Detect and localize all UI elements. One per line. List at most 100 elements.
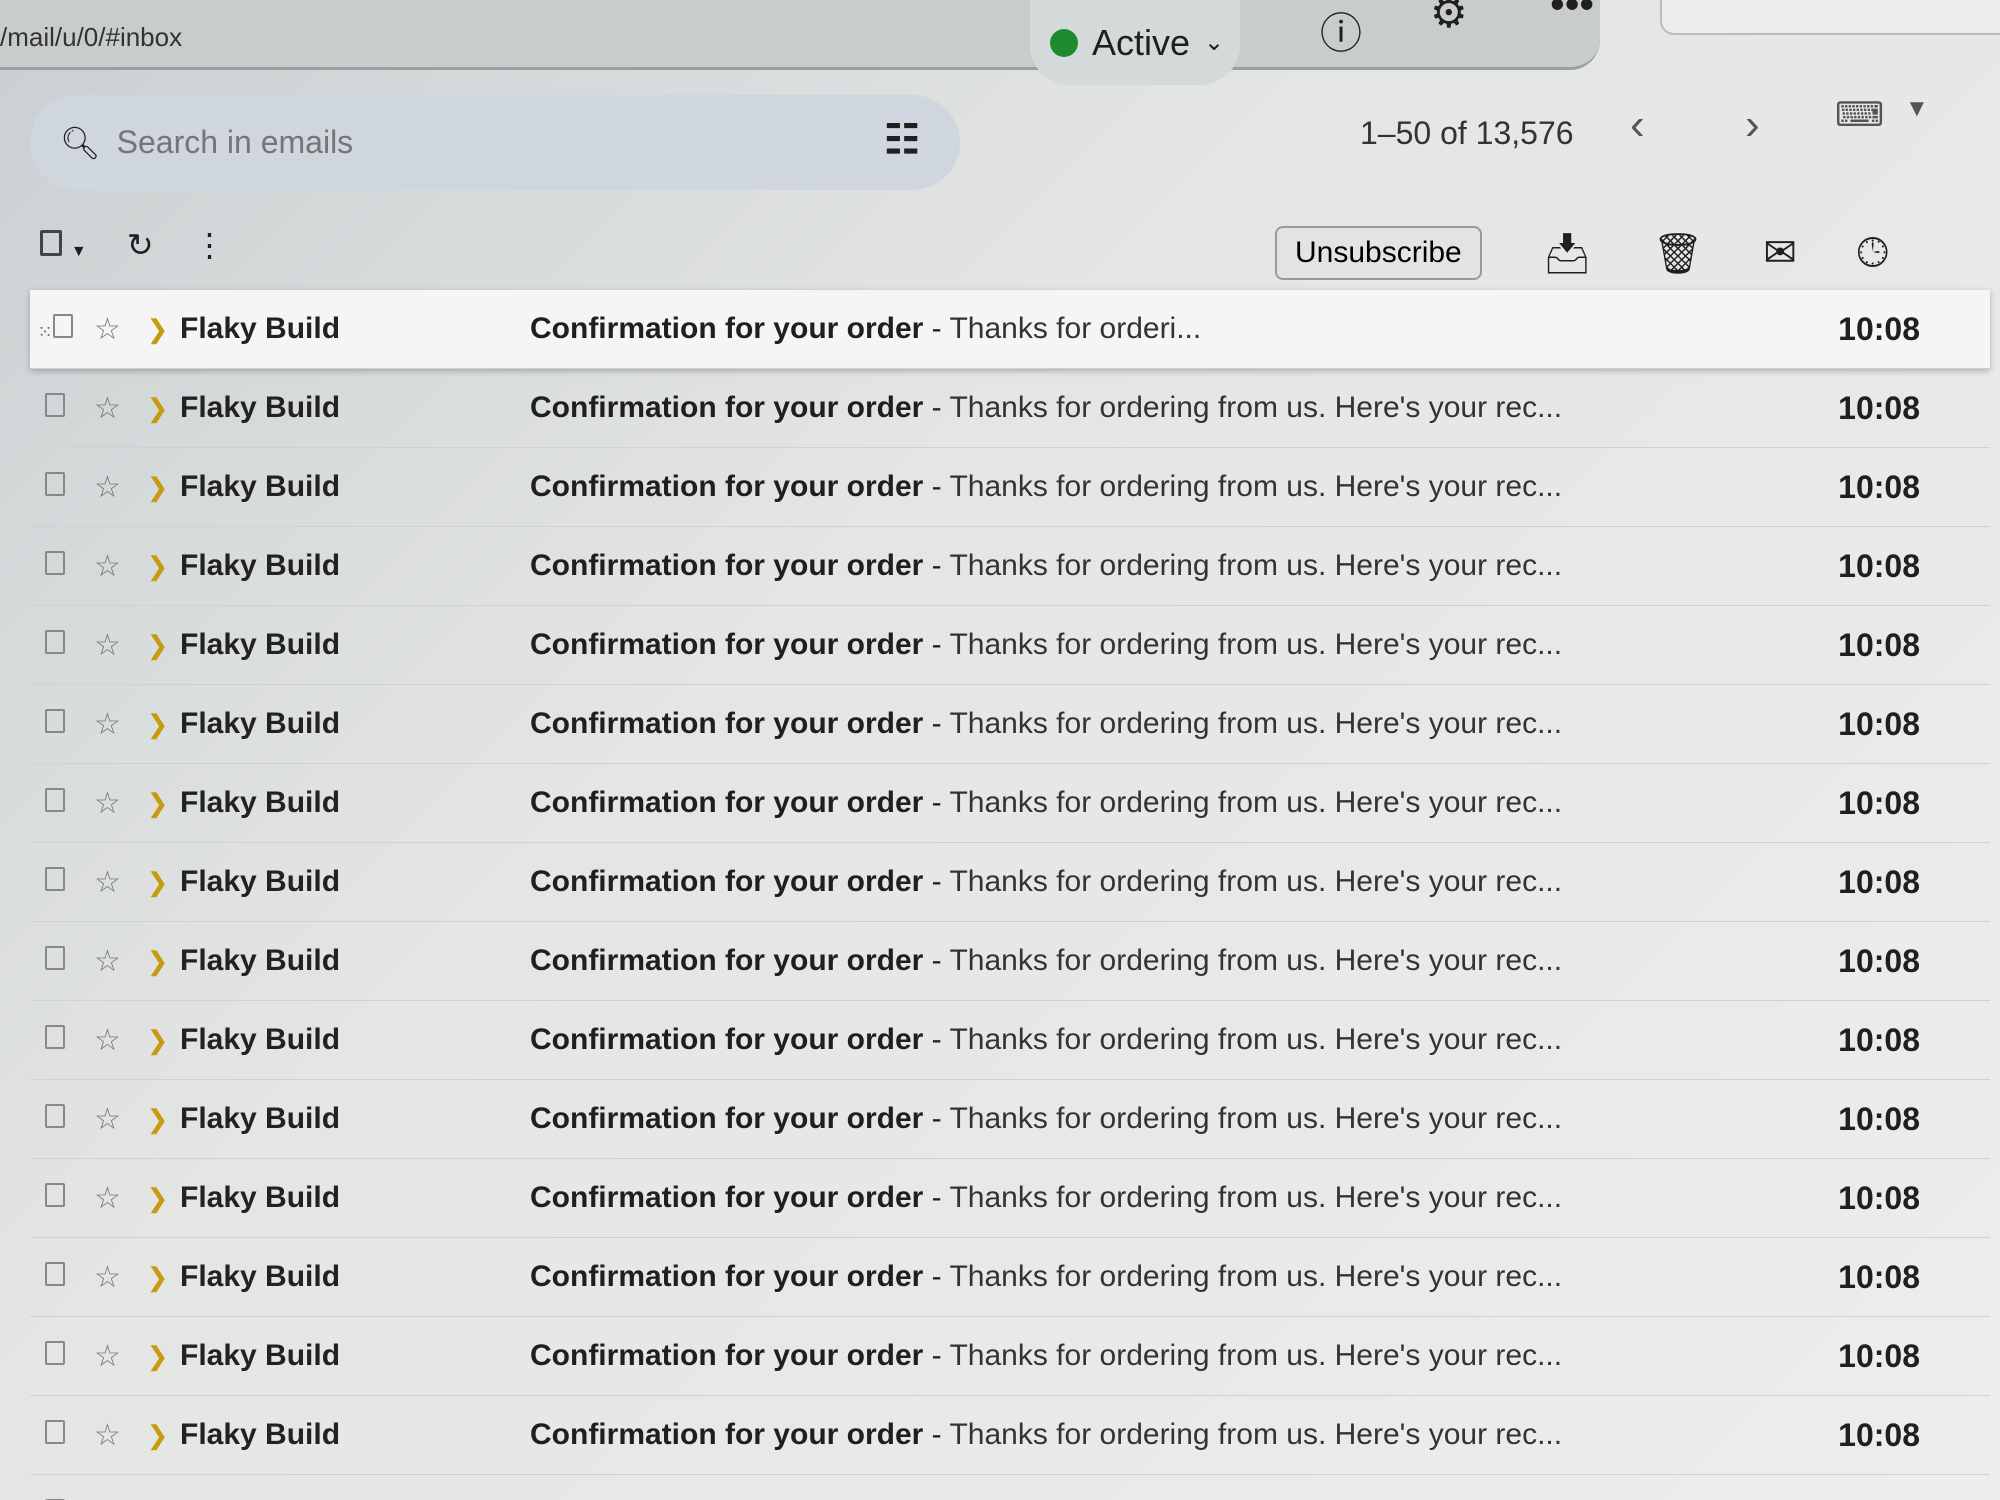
email-row[interactable]: ⁙ ☆ ❯ Flaky Build Confirmation for your … — [30, 226, 1990, 369]
snippet: Thanks for ordering from us. Here's your… — [949, 707, 1563, 740]
important-marker-icon[interactable]: ❯ — [135, 1104, 180, 1135]
important-marker-icon[interactable]: ❯ — [135, 1262, 180, 1293]
row-checkbox[interactable] — [30, 786, 80, 820]
important-marker-icon[interactable]: ❯ — [135, 314, 180, 345]
important-marker-icon[interactable]: ❯ — [135, 788, 180, 819]
refresh-icon[interactable]: ↻ — [127, 226, 154, 264]
subject-line: Confirmation for your order - Thanks for… — [530, 470, 1563, 503]
important-marker-icon[interactable]: ❯ — [135, 472, 180, 503]
time: 10:08 — [1838, 1416, 1920, 1453]
time: 10:08 — [1838, 942, 1920, 979]
time: 10:08 — [1838, 389, 1920, 426]
row-checkbox[interactable] — [30, 1102, 80, 1136]
star-icon[interactable]: ☆ — [80, 1102, 135, 1137]
row-checkbox[interactable] — [30, 1260, 80, 1294]
row-checkbox[interactable] — [30, 549, 80, 583]
account-area[interactable] — [1660, 0, 2000, 35]
row-checkbox[interactable] — [30, 1418, 80, 1452]
drag-handle-icon[interactable]: ⁙ — [37, 322, 52, 342]
row-checkbox[interactable] — [30, 707, 80, 741]
row-checkbox[interactable] — [30, 1339, 80, 1373]
search-input[interactable] — [116, 124, 717, 161]
star-icon[interactable]: ☆ — [80, 944, 135, 979]
email-row[interactable]: ☆ ❯ Flaky Build Confirmation for your or… — [30, 685, 1990, 764]
star-icon[interactable]: ☆ — [80, 391, 135, 426]
star-icon[interactable]: ☆ — [80, 312, 135, 347]
star-icon[interactable]: ☆ — [80, 786, 135, 821]
star-icon[interactable]: ☆ — [80, 1181, 135, 1216]
row-checkbox[interactable] — [30, 944, 80, 978]
help-icon[interactable]: ⓘ — [1320, 0, 1362, 61]
row-checkbox[interactable] — [30, 1181, 80, 1215]
row-checkbox[interactable] — [30, 865, 80, 899]
row-checkbox[interactable] — [30, 470, 80, 504]
email-row[interactable]: ☆ ❯ Flaky Build Confirmation for your or… — [30, 922, 1990, 1001]
email-row[interactable]: ☆ ❯ Flaky Build Confirmation for your or… — [30, 1001, 1990, 1080]
status-selector[interactable]: Active ⌄ — [1030, 0, 1240, 85]
url-text[interactable]: /mail/u/0/#inbox — [0, 22, 182, 53]
settings-icon[interactable]: ⚙ — [1430, 0, 1468, 37]
important-marker-icon[interactable]: ❯ — [135, 709, 180, 740]
email-row[interactable]: ☆ ❯ Flaky Build Confirmation for your or… — [30, 369, 1990, 448]
caret-down-icon[interactable]: ▼ — [1905, 95, 1929, 123]
next-page-button[interactable]: › — [1745, 100, 1760, 150]
email-row[interactable]: ☆ ❯ Flaky Build Confirmation for your or… — [30, 1080, 1990, 1159]
time: 10:08 — [1838, 310, 1920, 347]
email-row[interactable]: ☆ ❯ Flaky Build Confirmation for your or… — [30, 1475, 1990, 1500]
star-icon[interactable]: ☆ — [80, 1497, 135, 1500]
snippet: Thanks for ordering from us. Here's your… — [949, 1181, 1563, 1214]
star-icon[interactable]: ☆ — [80, 628, 135, 663]
important-marker-icon[interactable]: ❯ — [135, 1025, 180, 1056]
important-marker-icon[interactable]: ❯ — [135, 867, 180, 898]
star-icon[interactable]: ☆ — [80, 1418, 135, 1453]
star-icon[interactable]: ☆ — [80, 470, 135, 505]
important-marker-icon[interactable]: ❯ — [135, 946, 180, 977]
tune-icon[interactable]: ☷ — [884, 117, 920, 163]
row-checkbox[interactable]: ⁙ — [30, 312, 80, 346]
row-checkbox[interactable] — [30, 1023, 80, 1057]
email-row[interactable]: ☆ ❯ Flaky Build Confirmation for your or… — [30, 606, 1990, 685]
keyboard-icon[interactable]: ⌨ — [1835, 95, 1884, 135]
time: 10:08 — [1838, 468, 1920, 505]
email-row[interactable]: ☆ ❯ Flaky Build Confirmation for your or… — [30, 764, 1990, 843]
search-bar[interactable]: 🔍︎ ☷ — [30, 95, 960, 190]
delete-icon[interactable]: 🗑︎ — [1653, 230, 1704, 277]
important-marker-icon[interactable]: ❯ — [135, 1183, 180, 1214]
snooze-icon[interactable]: 🕒︎ — [1857, 231, 1889, 276]
snippet: Thanks for ordering from us. Here's your… — [949, 549, 1563, 582]
email-row[interactable]: ☆ ❯ Flaky Build Confirmation for your or… — [30, 843, 1990, 922]
email-row[interactable]: ☆ ❯ Flaky Build Confirmation for your or… — [30, 1238, 1990, 1317]
row-checkbox[interactable] — [30, 391, 80, 425]
select-all-checkbox[interactable]: ▼ — [40, 227, 87, 264]
mark-read-icon[interactable]: ✉ — [1763, 230, 1797, 276]
email-row[interactable]: ☆ ❯ Flaky Build Confirmation for your or… — [30, 1396, 1990, 1475]
unsubscribe-button[interactable]: Unsubscribe — [1275, 226, 1482, 280]
snippet: Thanks for ordering from us. Here's your… — [949, 628, 1563, 661]
star-icon[interactable]: ☆ — [80, 865, 135, 900]
time: 10:08 — [1838, 705, 1920, 742]
important-marker-icon[interactable]: ❯ — [135, 1420, 180, 1451]
important-marker-icon[interactable]: ❯ — [135, 1341, 180, 1372]
snippet: Thanks for ordering from us. Here's your… — [949, 391, 1563, 424]
email-row[interactable]: ☆ ❯ Flaky Build Confirmation for your or… — [30, 1317, 1990, 1396]
subject-line: Confirmation for your order - Thanks for… — [530, 786, 1563, 819]
email-row[interactable]: ☆ ❯ Flaky Build Confirmation for your or… — [30, 527, 1990, 606]
important-marker-icon[interactable]: ❯ — [135, 551, 180, 582]
star-icon[interactable]: ☆ — [80, 549, 135, 584]
archive-icon[interactable]: 📥︎ — [1542, 230, 1593, 277]
time: 10:08 — [1838, 863, 1920, 900]
star-icon[interactable]: ☆ — [80, 707, 135, 742]
important-marker-icon[interactable]: ❯ — [135, 393, 180, 424]
star-icon[interactable]: ☆ — [80, 1260, 135, 1295]
time: 10:08 — [1838, 1258, 1920, 1295]
prev-page-button[interactable]: ‹ — [1630, 100, 1645, 150]
star-icon[interactable]: ☆ — [80, 1339, 135, 1374]
more-options-icon[interactable]: ⋮ — [194, 226, 226, 264]
apps-icon[interactable]: ••• — [1550, 0, 1594, 28]
search-icon[interactable]: 🔍︎ — [60, 124, 101, 162]
star-icon[interactable]: ☆ — [80, 1023, 135, 1058]
row-checkbox[interactable] — [30, 628, 80, 662]
important-marker-icon[interactable]: ❯ — [135, 630, 180, 661]
email-row[interactable]: ☆ ❯ Flaky Build Confirmation for your or… — [30, 1159, 1990, 1238]
email-row[interactable]: ☆ ❯ Flaky Build Confirmation for your or… — [30, 448, 1990, 527]
